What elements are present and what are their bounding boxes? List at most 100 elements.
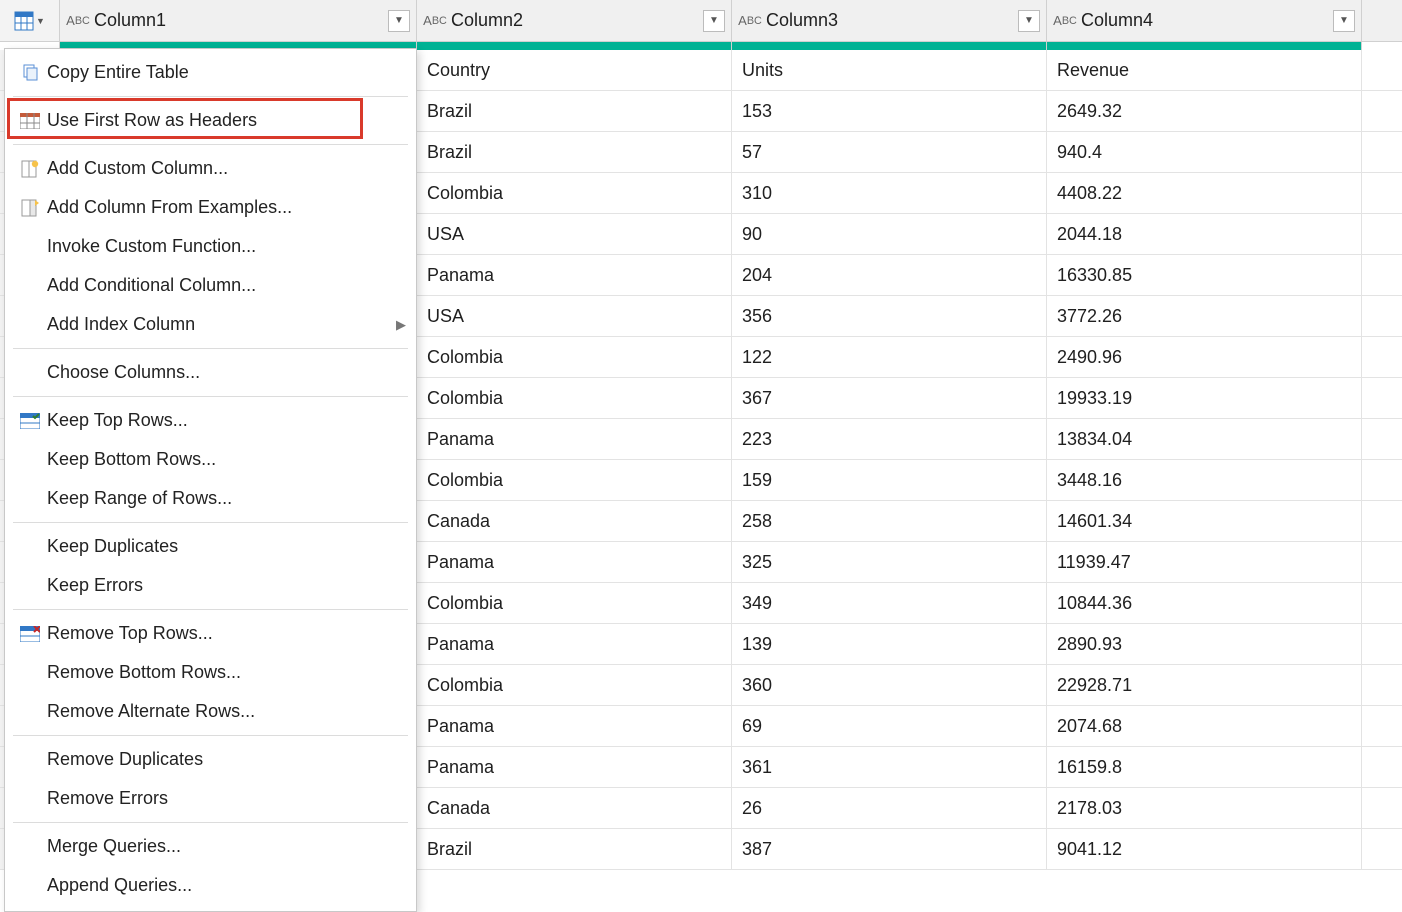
- column-header-2[interactable]: ABC Column2 ▼: [417, 0, 732, 41]
- cell[interactable]: Panama: [417, 706, 732, 746]
- cell[interactable]: Colombia: [417, 173, 732, 213]
- add-column-examples-icon: [13, 199, 47, 217]
- cell[interactable]: 26: [732, 788, 1047, 828]
- cell[interactable]: 2178.03: [1047, 788, 1362, 828]
- cell[interactable]: Brazil: [417, 829, 732, 869]
- menu-keep-duplicates[interactable]: Keep Duplicates: [5, 527, 416, 566]
- cell[interactable]: 2649.32: [1047, 91, 1362, 131]
- menu-add-column-from-examples[interactable]: Add Column From Examples...: [5, 188, 416, 227]
- menu-keep-top-rows[interactable]: Keep Top Rows...: [5, 401, 416, 440]
- cell[interactable]: 2490.96: [1047, 337, 1362, 377]
- cell[interactable]: 22928.71: [1047, 665, 1362, 705]
- cell[interactable]: 69: [732, 706, 1047, 746]
- cell[interactable]: Brazil: [417, 132, 732, 172]
- cell[interactable]: 349: [732, 583, 1047, 623]
- chevron-down-icon: ▼: [36, 16, 45, 26]
- cell[interactable]: Panama: [417, 419, 732, 459]
- cell[interactable]: 139: [732, 624, 1047, 664]
- cell[interactable]: 10844.36: [1047, 583, 1362, 623]
- cell[interactable]: 16330.85: [1047, 255, 1362, 295]
- cell[interactable]: Canada: [417, 501, 732, 541]
- menu-merge-queries[interactable]: Merge Queries...: [5, 827, 416, 866]
- column-filter-button[interactable]: ▼: [1333, 10, 1355, 32]
- cell[interactable]: 356: [732, 296, 1047, 336]
- cell[interactable]: 159: [732, 460, 1047, 500]
- column-header-1[interactable]: ABC Column1 ▼: [60, 0, 417, 41]
- column-name: Column2: [451, 10, 703, 31]
- column-header-3[interactable]: ABC Column3 ▼: [732, 0, 1047, 41]
- column-header-4[interactable]: ABC Column4 ▼: [1047, 0, 1362, 41]
- menu-remove-top-rows[interactable]: Remove Top Rows...: [5, 614, 416, 653]
- cell[interactable]: USA: [417, 214, 732, 254]
- cell[interactable]: Colombia: [417, 583, 732, 623]
- menu-remove-alternate-rows[interactable]: Remove Alternate Rows...: [5, 692, 416, 731]
- cell[interactable]: 3772.26: [1047, 296, 1362, 336]
- menu-keep-bottom-rows[interactable]: Keep Bottom Rows...: [5, 440, 416, 479]
- cell[interactable]: 14601.34: [1047, 501, 1362, 541]
- column-filter-button[interactable]: ▼: [1018, 10, 1040, 32]
- menu-add-conditional-column[interactable]: Add Conditional Column...: [5, 266, 416, 305]
- menu-invoke-custom-function[interactable]: Invoke Custom Function...: [5, 227, 416, 266]
- cell[interactable]: Colombia: [417, 460, 732, 500]
- cell[interactable]: Revenue: [1047, 50, 1362, 90]
- text-type-icon: ABC: [68, 11, 88, 31]
- cell[interactable]: Country: [417, 50, 732, 90]
- cell[interactable]: 3448.16: [1047, 460, 1362, 500]
- cell[interactable]: Colombia: [417, 378, 732, 418]
- cell[interactable]: 310: [732, 173, 1047, 213]
- menu-keep-errors[interactable]: Keep Errors: [5, 566, 416, 605]
- menu-add-index-column[interactable]: Add Index Column ▶: [5, 305, 416, 344]
- cell[interactable]: 57: [732, 132, 1047, 172]
- cell[interactable]: Panama: [417, 542, 732, 582]
- remove-rows-icon: [13, 626, 47, 642]
- column-filter-button[interactable]: ▼: [703, 10, 725, 32]
- text-type-icon: ABC: [425, 11, 445, 31]
- cell[interactable]: 258: [732, 501, 1047, 541]
- cell[interactable]: 204: [732, 255, 1047, 295]
- cell[interactable]: 19933.19: [1047, 378, 1362, 418]
- menu-choose-columns[interactable]: Choose Columns...: [5, 353, 416, 392]
- chevron-down-icon: ▼: [709, 15, 719, 26]
- cell[interactable]: Brazil: [417, 91, 732, 131]
- chevron-down-icon: ▼: [394, 15, 404, 26]
- cell[interactable]: Panama: [417, 255, 732, 295]
- cell[interactable]: Canada: [417, 788, 732, 828]
- menu-remove-errors[interactable]: Remove Errors: [5, 779, 416, 818]
- cell[interactable]: 90: [732, 214, 1047, 254]
- cell[interactable]: Panama: [417, 624, 732, 664]
- cell[interactable]: 2044.18: [1047, 214, 1362, 254]
- column-filter-button[interactable]: ▼: [388, 10, 410, 32]
- cell[interactable]: 9041.12: [1047, 829, 1362, 869]
- cell[interactable]: 13834.04: [1047, 419, 1362, 459]
- menu-use-first-row-as-headers[interactable]: Use First Row as Headers: [5, 101, 416, 140]
- cell[interactable]: 361: [732, 747, 1047, 787]
- cell[interactable]: 153: [732, 91, 1047, 131]
- menu-copy-entire-table[interactable]: Copy Entire Table: [5, 53, 416, 92]
- cell[interactable]: 940.4: [1047, 132, 1362, 172]
- cell[interactable]: 223: [732, 419, 1047, 459]
- menu-remove-bottom-rows[interactable]: Remove Bottom Rows...: [5, 653, 416, 692]
- menu-remove-duplicates[interactable]: Remove Duplicates: [5, 740, 416, 779]
- cell[interactable]: 4408.22: [1047, 173, 1362, 213]
- table-corner-button[interactable]: ▼: [0, 0, 60, 41]
- cell[interactable]: 387: [732, 829, 1047, 869]
- cell[interactable]: USA: [417, 296, 732, 336]
- cell[interactable]: 122: [732, 337, 1047, 377]
- cell[interactable]: 16159.8: [1047, 747, 1362, 787]
- cell[interactable]: Colombia: [417, 665, 732, 705]
- cell[interactable]: 367: [732, 378, 1047, 418]
- cell[interactable]: 2890.93: [1047, 624, 1362, 664]
- cell[interactable]: 2074.68: [1047, 706, 1362, 746]
- menu-keep-range-of-rows[interactable]: Keep Range of Rows...: [5, 479, 416, 518]
- menu-add-custom-column[interactable]: Add Custom Column...: [5, 149, 416, 188]
- submenu-arrow-icon: ▶: [396, 317, 406, 333]
- cell[interactable]: 360: [732, 665, 1047, 705]
- chevron-down-icon: ▼: [1024, 15, 1034, 26]
- cell[interactable]: Colombia: [417, 337, 732, 377]
- cell[interactable]: Panama: [417, 747, 732, 787]
- cell[interactable]: Units: [732, 50, 1047, 90]
- cell[interactable]: 325: [732, 542, 1047, 582]
- chevron-down-icon: ▼: [1339, 15, 1349, 26]
- menu-append-queries[interactable]: Append Queries...: [5, 866, 416, 905]
- cell[interactable]: 11939.47: [1047, 542, 1362, 582]
